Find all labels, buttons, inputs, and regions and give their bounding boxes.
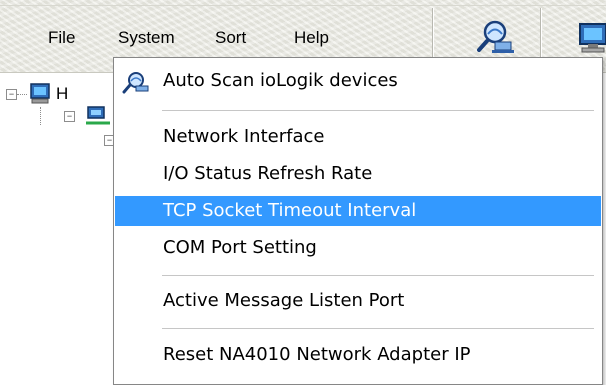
menu-item-tcp-timeout[interactable]: TCP Socket Timeout Interval bbox=[115, 196, 601, 226]
tree-line bbox=[17, 94, 27, 96]
tree-line bbox=[40, 107, 42, 125]
collapse-toggle[interactable]: − bbox=[64, 111, 75, 122]
menu-item-auto-scan[interactable]: Auto Scan ioLogik devices bbox=[115, 66, 601, 96]
menu-help[interactable]: Help bbox=[294, 28, 329, 48]
menu-item-label: Network Interface bbox=[163, 126, 325, 147]
network-icon bbox=[84, 103, 112, 134]
menu-item-label: Reset NA4010 Network Adapter IP bbox=[163, 344, 471, 365]
menu-item-network-interface[interactable]: Network Interface bbox=[115, 122, 601, 152]
menu-separator bbox=[162, 328, 594, 329]
menu-item-label: Active Message Listen Port bbox=[163, 290, 405, 311]
menubar-grip bbox=[0, 5, 606, 6]
menu-separator bbox=[162, 275, 594, 276]
computer-icon bbox=[579, 23, 606, 53]
menu-item-label: TCP Socket Timeout Interval bbox=[163, 200, 417, 221]
menu-item-active-message-port[interactable]: Active Message Listen Port bbox=[115, 286, 601, 316]
menu-file[interactable]: File bbox=[48, 28, 75, 48]
menu-item-com-port[interactable]: COM Port Setting bbox=[115, 233, 601, 263]
menu-item-label: Auto Scan ioLogik devices bbox=[163, 70, 398, 91]
menu-system[interactable]: System bbox=[118, 28, 175, 48]
menu-item-reset-na4010[interactable]: Reset NA4010 Network Adapter IP bbox=[115, 340, 601, 370]
scan-network-icon bbox=[477, 20, 514, 53]
toolbar-computer-button[interactable] bbox=[574, 14, 606, 60]
system-menu-dropdown: Auto Scan ioLogik devices Network Interf… bbox=[113, 57, 603, 385]
menu-item-io-refresh-rate[interactable]: I/O Status Refresh Rate bbox=[115, 159, 601, 189]
tree-root-label[interactable]: H bbox=[56, 84, 68, 104]
menu-item-label: COM Port Setting bbox=[163, 237, 317, 258]
menu-separator bbox=[162, 110, 594, 111]
scan-network-icon bbox=[121, 71, 151, 95]
collapse-toggle[interactable]: − bbox=[6, 89, 17, 100]
menu-item-label: I/O Status Refresh Rate bbox=[163, 163, 373, 184]
toolbar-scan-button[interactable] bbox=[475, 14, 519, 60]
menu-sort[interactable]: Sort bbox=[215, 28, 246, 48]
